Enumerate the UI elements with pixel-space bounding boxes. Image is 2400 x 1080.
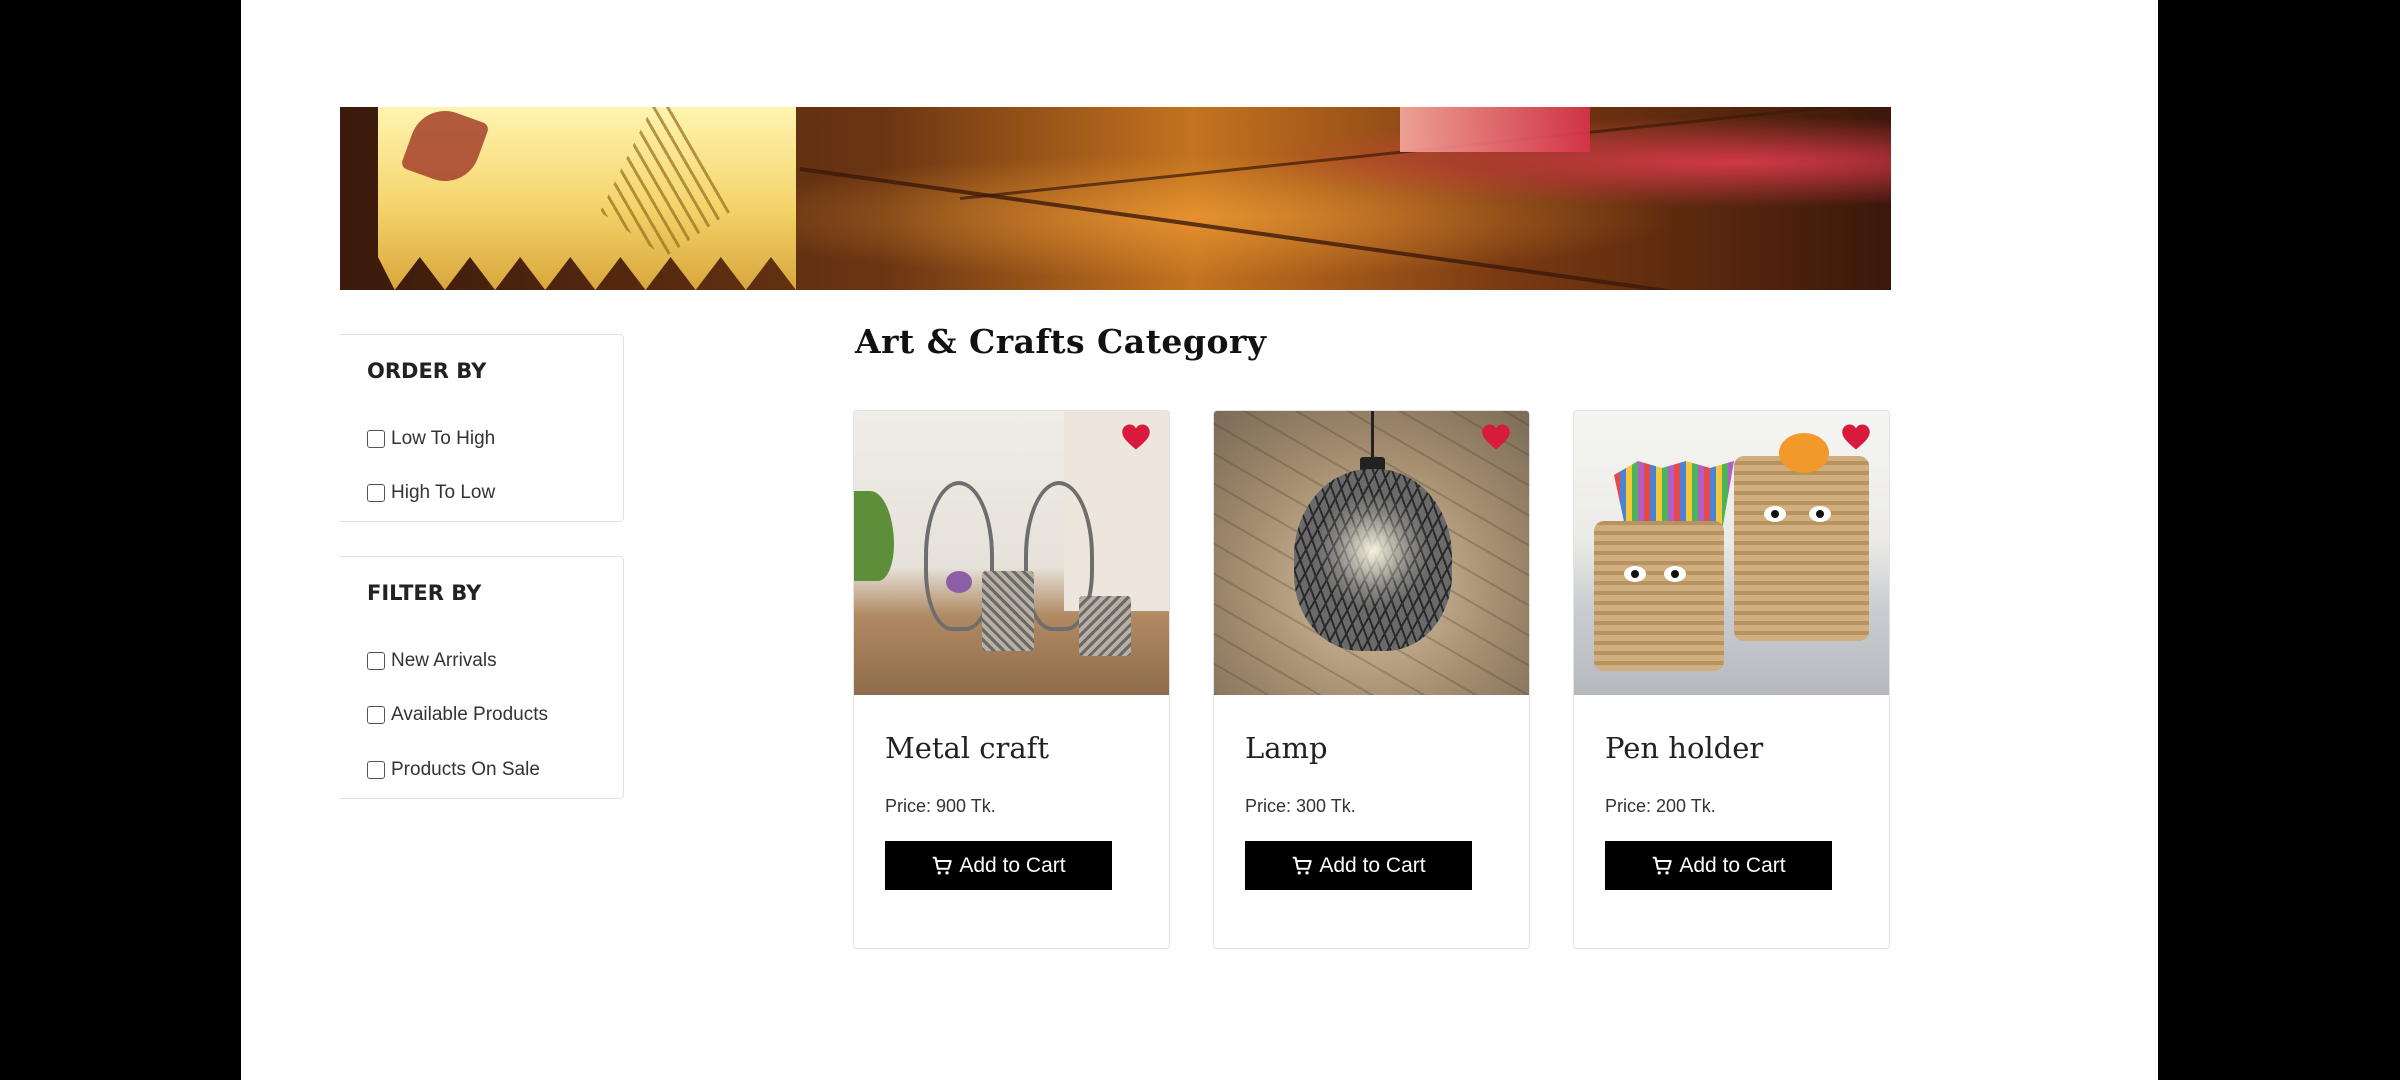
product-image-metal-craft[interactable] xyxy=(854,411,1169,695)
filter-available-products-option[interactable]: Available Products xyxy=(367,704,548,726)
filter-new-arrivals-option[interactable]: New Arrivals xyxy=(367,650,497,672)
product-name[interactable]: Metal craft xyxy=(885,731,1049,765)
category-banner-image xyxy=(340,107,1891,290)
product-name[interactable]: Lamp xyxy=(1245,731,1328,765)
product-card[interactable]: Lamp Price: 300 Tk. Add to Cart xyxy=(1213,410,1530,949)
add-to-cart-label: Add to Cart xyxy=(1319,853,1426,877)
order-by-panel: ORDER BY Low To High High To Low xyxy=(340,334,624,522)
add-to-cart-label: Add to Cart xyxy=(1679,853,1786,877)
cart-icon xyxy=(1653,856,1673,875)
add-to-cart-label: Add to Cart xyxy=(959,853,1066,877)
add-to-cart-button[interactable]: Add to Cart xyxy=(885,841,1112,890)
product-card[interactable]: Pen holder Price: 200 Tk. Add to Cart xyxy=(1573,410,1890,949)
filter-products-on-sale-label: Products On Sale xyxy=(391,759,540,780)
order-low-to-high-label: Low To High xyxy=(391,428,496,449)
order-high-to-low-option[interactable]: High To Low xyxy=(367,482,495,504)
product-image-pen-holder[interactable] xyxy=(1574,411,1889,695)
product-price: Price: 200 Tk. xyxy=(1605,796,1716,816)
filter-products-on-sale-option[interactable]: Products On Sale xyxy=(367,759,540,781)
filter-available-products-label: Available Products xyxy=(391,704,549,725)
add-to-cart-button[interactable]: Add to Cart xyxy=(1605,841,1832,890)
order-high-to-low-checkbox[interactable] xyxy=(367,484,385,502)
product-card[interactable]: Metal craft Price: 900 Tk. Add to Cart xyxy=(853,410,1170,949)
filter-new-arrivals-checkbox[interactable] xyxy=(367,652,385,670)
filter-by-title: FILTER BY xyxy=(367,581,482,605)
category-title: Art & Crafts Category xyxy=(855,322,1267,361)
order-by-title: ORDER BY xyxy=(367,359,487,383)
page: ORDER BY Low To High High To Low FILTER … xyxy=(241,0,2158,1080)
cart-icon xyxy=(1293,856,1313,875)
add-to-cart-button[interactable]: Add to Cart xyxy=(1245,841,1472,890)
order-low-to-high-option[interactable]: Low To High xyxy=(367,428,495,450)
heart-icon[interactable] xyxy=(1481,423,1511,451)
cart-icon xyxy=(933,856,953,875)
product-name[interactable]: Pen holder xyxy=(1605,731,1763,765)
product-image-lamp[interactable] xyxy=(1214,411,1529,695)
heart-icon[interactable] xyxy=(1121,423,1151,451)
order-low-to-high-checkbox[interactable] xyxy=(367,430,385,448)
filter-available-products-checkbox[interactable] xyxy=(367,706,385,724)
filter-by-panel: FILTER BY New Arrivals Available Product… xyxy=(340,556,624,799)
order-high-to-low-label: High To Low xyxy=(391,482,496,503)
filter-products-on-sale-checkbox[interactable] xyxy=(367,761,385,779)
product-price: Price: 300 Tk. xyxy=(1245,796,1356,816)
product-price: Price: 900 Tk. xyxy=(885,796,996,816)
heart-icon[interactable] xyxy=(1841,423,1871,451)
filter-new-arrivals-label: New Arrivals xyxy=(391,650,497,671)
